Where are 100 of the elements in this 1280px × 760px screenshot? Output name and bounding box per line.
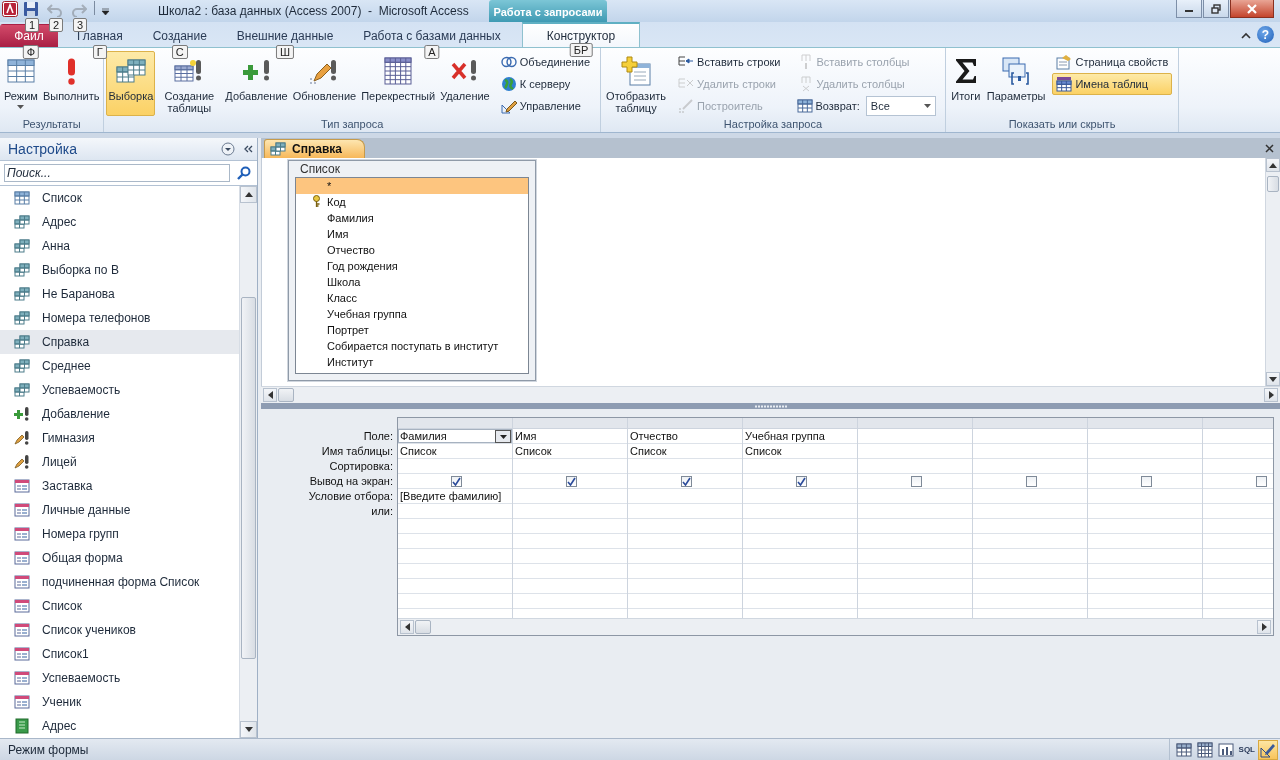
field-item[interactable]: Школа [296,274,528,290]
scroll-down-button[interactable] [240,721,257,738]
field-cell[interactable]: Имя [513,429,627,444]
field-item[interactable]: * [296,178,528,194]
scroll-right-button[interactable] [1257,620,1271,634]
scroll-right-button[interactable] [1264,388,1278,402]
checkbox[interactable] [680,475,692,487]
form-icon [14,526,30,542]
table-value: Список [630,445,667,457]
field-item[interactable]: Год рождения [296,258,528,274]
view-button[interactable]: SQL [1236,739,1257,760]
restore-icon [1211,3,1221,14]
nav-item[interactable]: Гимназия [0,426,239,450]
view-button[interactable] [1258,739,1278,760]
field-item[interactable]: Портрет [296,322,528,338]
ribbon-button[interactable]: Страница свойств [1052,51,1173,73]
nav-item[interactable]: Не Баранова [0,282,239,306]
search-field[interactable]: Поиск... [4,164,230,182]
ribbon-button[interactable]: Управление [496,95,595,117]
nav-item[interactable]: Список учеников [0,618,239,642]
nav-item[interactable]: Среднее [0,354,239,378]
field-item[interactable]: Учебная группа [296,306,528,322]
wand-icon [678,98,695,114]
ribbon-button[interactable]: Параметры [984,51,1048,116]
form-icon [14,598,30,614]
circles-icon [500,54,517,70]
scroll-left-button[interactable] [263,388,277,402]
ribbon-button[interactable]: Имена таблиц [1052,73,1173,95]
minimize-button[interactable] [1176,0,1202,18]
nav-item[interactable]: Заставка [0,474,239,498]
nav-item[interactable]: Номера телефонов [0,306,239,330]
nav-item[interactable]: Добавление [0,402,239,426]
nav-item[interactable]: Список [0,594,239,618]
grip-icon [753,404,788,408]
scrollbar-thumb[interactable] [278,388,294,402]
field-item[interactable]: Собирается поступать в институт [296,338,528,354]
nav-item[interactable]: подчиненная форма Список [0,570,239,594]
field-value: Фамилия [400,430,447,442]
scroll-up-button[interactable] [1266,158,1280,172]
checkbox[interactable] [910,475,922,487]
nav-item[interactable]: Анна [0,234,239,258]
scrollbar-thumb[interactable] [415,620,431,634]
ribbon-button[interactable]: Удаление [438,51,492,116]
checkbox[interactable] [795,475,807,487]
keytip: А [424,45,440,59]
close-button[interactable] [1230,0,1274,18]
view-button[interactable] [1194,739,1215,760]
scroll-left-button[interactable] [400,620,414,634]
document-tab[interactable]: Справка [264,139,365,158]
scrollbar-thumb[interactable] [241,297,256,659]
nav-item[interactable]: Номера групп [0,522,239,546]
ribbon-button[interactable]: Выборка [106,51,156,116]
nav-item[interactable]: Список [0,186,239,210]
ribbon-tab[interactable]: Создание [137,24,222,47]
triangle-right-icon [1261,623,1267,631]
close-icon [1265,143,1274,153]
scrollbar-thumb[interactable] [1267,176,1279,192]
field-cell[interactable]: Учебная группа [743,429,857,444]
checkbox[interactable] [1140,475,1152,487]
field-item[interactable]: Код [296,194,528,210]
field-item[interactable]: Класс [296,290,528,306]
dropdown-button[interactable] [495,430,511,443]
ribbon-tab[interactable]: Конструктор [521,22,641,47]
nav-item[interactable]: Адрес [0,210,239,234]
scroll-down-button[interactable] [1266,372,1280,386]
scroll-up-button[interactable] [240,186,257,203]
nav-item[interactable]: Выборка по В [0,258,239,282]
field-value: Отчество [630,430,678,442]
ribbon-button[interactable]: К серверу [496,73,595,95]
return-dropdown[interactable]: Все [865,96,936,116]
ribbon-button[interactable]: Отобразить таблицу [603,51,670,116]
nav-item[interactable]: Список1 [0,642,239,666]
nav-item[interactable]: Личные данные [0,498,239,522]
field-item[interactable]: Институт [296,354,528,370]
nav-item[interactable]: Общая форма [0,546,239,570]
restore-button[interactable] [1203,0,1229,18]
checkbox[interactable] [565,475,577,487]
field-cell[interactable]: Фамилия [398,429,512,444]
nav-item[interactable]: Адрес [0,714,239,738]
checkbox[interactable] [1025,475,1037,487]
field-cell[interactable]: Отчество [628,429,742,444]
field-item[interactable]: Имя [296,226,528,242]
window-title: Школа2 : база данных (Access 2007) - Microsoft Access [157,4,470,18]
nav-item[interactable]: Справка [0,330,239,354]
plus-exclamation-icon [14,406,30,422]
ribbon-tab[interactable]: Внешние данные [221,24,349,47]
nav-item[interactable]: Лицей [0,450,239,474]
nav-item[interactable]: Успеваемость [0,666,239,690]
nav-item[interactable]: Ученик [0,690,239,714]
tables-icon [270,142,286,156]
ribbon-tab[interactable]: Работа с базами данных [348,24,516,47]
field-item[interactable]: Фамилия [296,210,528,226]
ribbon-button[interactable]: Итоги [947,51,984,116]
checkbox[interactable] [1255,475,1267,487]
collapse-ribbon-button[interactable] [1241,30,1251,39]
tables-icon [14,334,30,350]
nav-item[interactable]: Успеваемость [0,378,239,402]
checkbox[interactable] [450,475,462,487]
ribbon-button[interactable]: Вставить строки [674,51,785,73]
field-item[interactable]: Отчество [296,242,528,258]
